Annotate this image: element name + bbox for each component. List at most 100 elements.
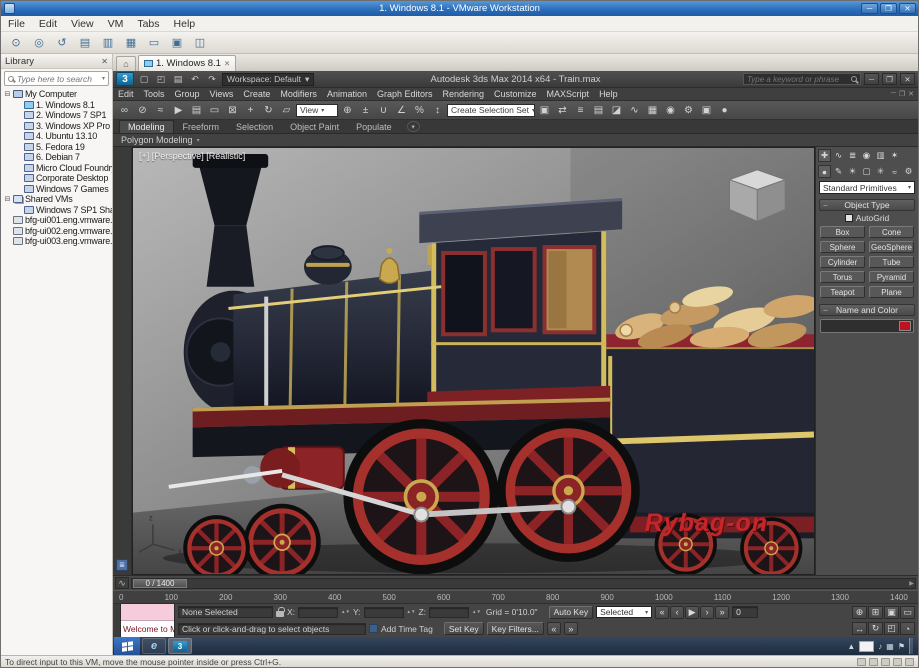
tree-expander-icon[interactable]: ⊟ (4, 90, 11, 98)
z-coordinate-field[interactable] (429, 606, 469, 618)
max-menu-item[interactable]: Group (170, 89, 205, 99)
hierarchy-icon[interactable]: ≣ (846, 149, 859, 162)
perspective-viewport[interactable]: z x [+] [Perspective] [Realistic] Rybag-… (132, 147, 815, 575)
select-object-icon[interactable]: ▶ (170, 102, 187, 118)
fullscreen-icon[interactable]: ▣ (167, 34, 187, 51)
zoom-extents-icon[interactable]: ▣ (884, 605, 899, 619)
primitive-button[interactable]: Tube (869, 256, 914, 268)
unlink-selection-icon[interactable]: ⊘ (134, 102, 151, 118)
add-time-tag-label[interactable]: Add Time Tag (381, 624, 433, 634)
field-of-view-icon[interactable]: ◔ (900, 622, 915, 636)
display-icon[interactable]: ▥ (874, 149, 887, 162)
primitive-button[interactable]: GeoSphere (869, 241, 914, 253)
auto-key-button[interactable]: Auto Key (548, 605, 594, 619)
edit-named-selection-sets-icon[interactable]: ▣ (536, 102, 553, 118)
time-tag-icon[interactable] (369, 624, 378, 634)
show-desktop-button[interactable] (909, 638, 913, 654)
max-logo[interactable]: 3 (116, 72, 134, 86)
select-and-manipulate-icon[interactable]: ± (357, 102, 374, 118)
child-restore-icon[interactable]: ❐ (899, 90, 905, 98)
sound-icon[interactable] (905, 657, 914, 666)
primitive-button[interactable]: Box (820, 226, 865, 238)
max-menu-item[interactable]: Tools (139, 89, 170, 99)
reference-coordinate-combo[interactable]: View ▾ (296, 103, 338, 117)
max-restore-button[interactable]: ❐ (882, 73, 897, 85)
window-crossing-icon[interactable]: ⊠ (224, 102, 241, 118)
maximize-viewport-icon[interactable]: ◰ (884, 622, 899, 636)
key-filters-button[interactable]: Key Filters... (486, 622, 544, 636)
maxscript-mini-listener[interactable]: Welcome to M (121, 604, 175, 637)
listener-splitter[interactable] (113, 604, 121, 637)
current-frame-field[interactable]: 0 (732, 606, 759, 619)
select-and-rotate-icon[interactable]: ↻ (260, 102, 277, 118)
library-close-icon[interactable]: ✕ (101, 57, 108, 66)
viewport-label[interactable]: [+] [Perspective] [Realistic] (139, 151, 245, 161)
library-tree-item[interactable]: Windows 7 Games (1, 184, 112, 195)
show-hidden-icons[interactable]: ▲ (847, 642, 855, 651)
max-menu-item[interactable]: Create (238, 89, 275, 99)
library-search[interactable]: ▾ (4, 71, 109, 86)
usb-icon[interactable] (893, 657, 902, 666)
library-tree-item[interactable]: 5. Fedora 19 (1, 142, 112, 153)
primitive-button[interactable]: Plane (869, 286, 914, 298)
primitive-button[interactable]: Cylinder (820, 256, 865, 268)
shapes-icon[interactable]: ✎ (832, 165, 845, 178)
primitive-button[interactable]: Torus (820, 271, 865, 283)
redo-icon[interactable]: ↷ (205, 73, 219, 86)
selection-lock-icon[interactable] (276, 606, 285, 617)
polygon-modeling-strip[interactable]: Polygon Modeling ▾ (113, 134, 918, 147)
use-pivot-center-icon[interactable]: ⊕ (339, 102, 356, 118)
rectangular-selection-icon[interactable]: ▭ (206, 102, 223, 118)
new-file-icon[interactable]: ▢ (137, 73, 151, 86)
render-setup-icon[interactable]: ⚙ (680, 102, 697, 118)
percent-snap-icon[interactable]: % (411, 102, 428, 118)
snaps-toggle-icon[interactable]: ∪ (375, 102, 392, 118)
lights-icon[interactable]: ☀ (846, 165, 859, 178)
cameras-icon[interactable]: ▢ (860, 165, 873, 178)
geometry-icon[interactable]: ● (818, 165, 831, 178)
material-editor-icon[interactable]: ◉ (662, 102, 679, 118)
align-icon[interactable]: ≡ (572, 102, 589, 118)
snapshot-revert-icon[interactable]: ↺ (52, 34, 72, 51)
motion-icon[interactable]: ◉ (860, 149, 873, 162)
spinner-icon[interactable]: ▲▼ (407, 609, 416, 615)
show-library-icon[interactable]: ▥ (98, 34, 118, 51)
max-menu-item[interactable]: Modifiers (275, 89, 322, 99)
next-frame-icon[interactable]: › (700, 605, 715, 619)
max-minimize-button[interactable]: ─ (864, 73, 879, 85)
3dsmax-taskbar-icon[interactable]: 3 (168, 638, 192, 654)
library-tree-item[interactable]: 3. Windows XP Pro SP3 (1, 121, 112, 132)
start-button[interactable] (114, 637, 140, 655)
systems-icon[interactable]: ⚙ (902, 165, 915, 178)
vmware-menu-item[interactable]: VM (101, 18, 131, 30)
max-menu-item[interactable]: Edit (113, 89, 139, 99)
vmware-menu-item[interactable]: Help (167, 18, 203, 30)
tab-close-icon[interactable]: ✕ (224, 59, 230, 68)
library-tree-item[interactable]: Windows 7 SP1 Shared (1, 205, 112, 216)
search-options-icon[interactable]: ▾ (102, 75, 105, 82)
open-file-icon[interactable]: ◰ (154, 73, 168, 86)
prev-frame-icon[interactable]: ‹ (670, 605, 685, 619)
bind-to-spacewarp-icon[interactable]: ≈ (152, 102, 169, 118)
library-tree-item[interactable]: Corporate Desktop (1, 173, 112, 184)
y-coordinate-field[interactable] (363, 606, 404, 618)
select-and-move-icon[interactable]: + (242, 102, 259, 118)
snapshot-manager-icon[interactable]: ▤ (75, 34, 95, 51)
ribbon-tab[interactable]: Modeling (119, 120, 174, 133)
render-production-icon[interactable]: ● (716, 102, 733, 118)
schematic-view-icon[interactable]: ▦ (644, 102, 661, 118)
infocenter-search[interactable] (743, 73, 861, 85)
mini-curve-editor-icon[interactable]: ∿ (115, 577, 129, 589)
primitive-button[interactable]: Cone (869, 226, 914, 238)
next-frame-arrow-icon[interactable]: ▶ (907, 579, 916, 588)
graphite-ribbon-toggle-icon[interactable]: ◪ (608, 102, 625, 118)
goto-end-icon[interactable]: » (715, 605, 730, 619)
set-key-button[interactable]: Set Key (443, 622, 484, 636)
vmware-menu-item[interactable]: Tabs (130, 18, 166, 30)
ribbon-panel-icon[interactable]: ≣ (116, 559, 128, 571)
vmware-menu-item[interactable]: File (1, 18, 32, 30)
infocenter-search-input[interactable] (747, 74, 849, 84)
library-search-input[interactable] (17, 73, 99, 84)
selection-set-combo[interactable]: Create Selection Set ▾ (447, 103, 535, 117)
ribbon-tab[interactable]: Selection (228, 121, 281, 133)
